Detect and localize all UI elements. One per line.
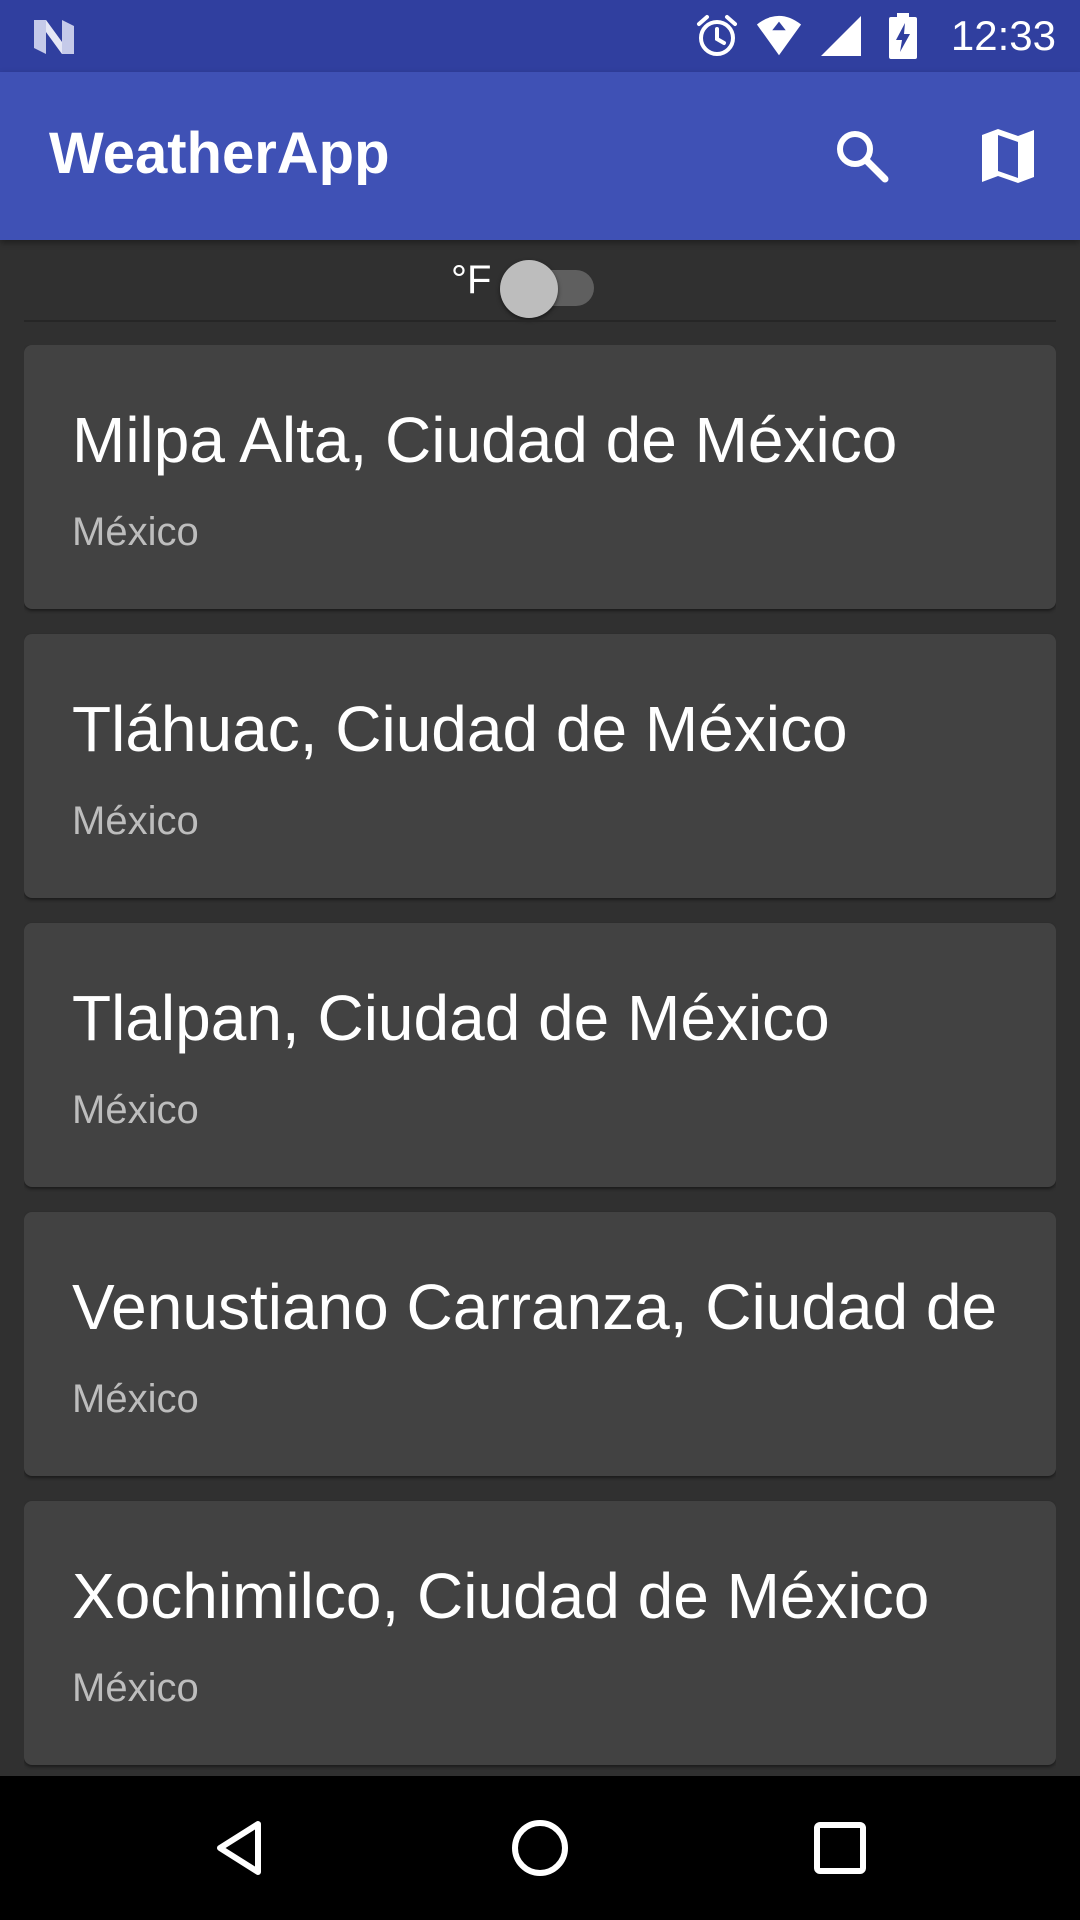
city-card-tlalpan[interactable]: Tlalpan, Ciudad de México México bbox=[24, 923, 1056, 1187]
signal-icon bbox=[817, 12, 865, 60]
app-title: WeatherApp bbox=[49, 121, 390, 186]
android-n-icon bbox=[34, 20, 74, 54]
unit-toggle-row: °F bbox=[0, 240, 1080, 322]
search-icon bbox=[837, 131, 889, 183]
fahrenheit-switch[interactable] bbox=[500, 250, 596, 318]
city-country: México bbox=[72, 799, 199, 843]
city-name: Venustiano Carranza, Ciudad de bbox=[72, 1271, 998, 1343]
status-bar: 12:33 bbox=[0, 0, 1080, 72]
home-icon bbox=[512, 1820, 568, 1876]
city-list: Milpa Alta, Ciudad de México México Tláh… bbox=[24, 345, 1056, 1775]
city-country: México bbox=[72, 1377, 199, 1421]
status-clock: 12:33 bbox=[950, 12, 1056, 59]
map-icon bbox=[982, 129, 1034, 183]
city-card-milpa-alta[interactable]: Milpa Alta, Ciudad de México México bbox=[24, 345, 1056, 609]
city-name: Tlalpan, Ciudad de México bbox=[72, 982, 830, 1054]
wifi-icon bbox=[755, 12, 803, 60]
city-card-xochimilco[interactable]: Xochimilco, Ciudad de México México bbox=[24, 1501, 1056, 1765]
city-card-tlahuac[interactable]: Tláhuac, Ciudad de México México bbox=[24, 634, 1056, 898]
city-name: Milpa Alta, Ciudad de México bbox=[72, 404, 898, 476]
city-name: Xochimilco, Ciudad de México bbox=[72, 1560, 930, 1632]
divider bbox=[24, 320, 1056, 322]
battery-charging-icon bbox=[879, 12, 927, 60]
fahrenheit-label: °F bbox=[451, 258, 492, 302]
recents-icon bbox=[814, 1822, 866, 1874]
search-button[interactable] bbox=[814, 108, 910, 204]
city-card-venustiano-carranza[interactable]: Venustiano Carranza, Ciudad de México bbox=[24, 1212, 1056, 1476]
city-country: México bbox=[72, 510, 199, 554]
map-button[interactable] bbox=[960, 108, 1056, 204]
home-button[interactable] bbox=[492, 1800, 588, 1896]
switch-thumb bbox=[500, 260, 558, 318]
back-icon bbox=[217, 1821, 261, 1875]
alarm-icon bbox=[693, 12, 741, 60]
status-icons: 12:33 bbox=[693, 0, 1056, 72]
city-country: México bbox=[72, 1088, 199, 1132]
city-country: México bbox=[72, 1666, 199, 1710]
back-button[interactable] bbox=[192, 1800, 288, 1896]
city-name: Tláhuac, Ciudad de México bbox=[72, 693, 848, 765]
navigation-bar bbox=[0, 1776, 1080, 1920]
app-bar: WeatherApp bbox=[0, 72, 1080, 240]
recents-button[interactable] bbox=[792, 1800, 888, 1896]
